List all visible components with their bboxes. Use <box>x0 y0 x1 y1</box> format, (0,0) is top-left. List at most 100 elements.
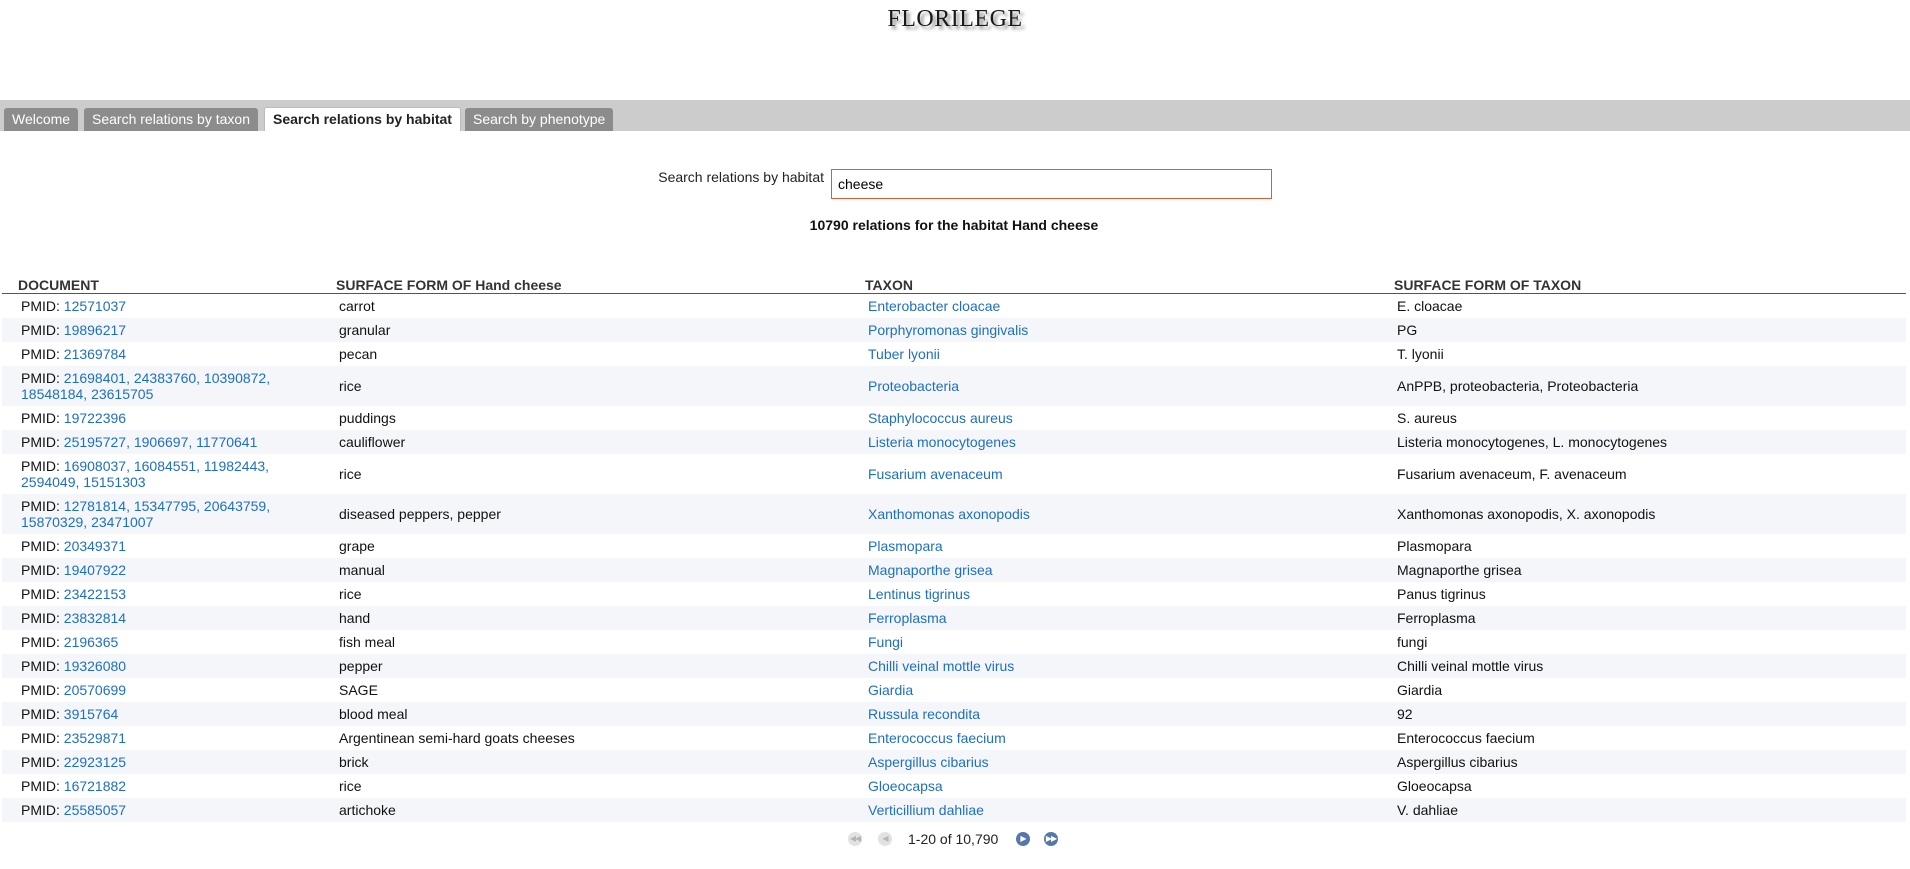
tab-search-by-habitat[interactable]: Search relations by habitat <box>264 107 461 131</box>
habitat-surface-form-cell: diseased peppers, pepper <box>320 494 849 534</box>
taxon-cell: Porphyromonas gingivalis <box>849 318 1378 342</box>
habitat-surface-form-cell: granular <box>320 318 849 342</box>
taxon-cell: Ferroplasma <box>849 606 1378 630</box>
habitat-surface-form-cell: hand <box>320 606 849 630</box>
pmid-link[interactable]: 21369784 <box>64 346 126 362</box>
taxon-link[interactable]: Verticillium dahliae <box>868 802 984 818</box>
next-page-icon[interactable]: ▶ <box>1016 832 1030 846</box>
document-cell: PMID: 19407922 <box>2 558 320 582</box>
pmid-prefix: PMID: <box>21 458 64 474</box>
taxon-cell: Tuber lyonii <box>849 342 1378 366</box>
taxon-link[interactable]: Staphylococcus aureus <box>868 410 1013 426</box>
pmid-link[interactable]: 23832814 <box>64 610 126 626</box>
habitat-search-input[interactable] <box>831 169 1272 199</box>
column-header-taxon-surface-form[interactable]: SURFACE FORM OF TAXON <box>1378 267 1906 294</box>
habitat-surface-form-cell: rice <box>320 366 849 406</box>
column-header-taxon[interactable]: TAXON <box>849 267 1378 294</box>
pmid-link[interactable]: 19896217 <box>64 322 126 338</box>
tab-search-by-taxon[interactable]: Search relations by taxon <box>84 108 258 131</box>
pmid-prefix: PMID: <box>21 802 64 818</box>
table-row: PMID: 21369784 pecan Tuber lyonii T. lyonii <box>2 342 1906 366</box>
site-title: FLORILEGE <box>887 6 1023 32</box>
habitat-surface-form-cell: fish meal <box>339 634 396 650</box>
taxon-link[interactable]: Russula recondita <box>868 706 980 722</box>
pmid-prefix: PMID: <box>21 434 64 450</box>
taxon-link[interactable]: Ferroplasma <box>868 610 947 626</box>
document-cell: PMID: 21698401, 24383760, 10390872, 1854… <box>2 366 320 406</box>
pmid-link[interactable]: 12571037 <box>64 298 126 314</box>
taxon-cell: Magnaporthe grisea <box>849 558 1378 582</box>
pmid-link[interactable]: 16721882 <box>64 778 126 794</box>
pmid-prefix: PMID: <box>21 538 64 554</box>
habitat-surface-form-cell: brick <box>320 750 849 774</box>
previous-page-icon[interactable]: ◀ <box>878 832 892 846</box>
pmid-link[interactable]: 20570699 <box>64 682 126 698</box>
taxon-link[interactable]: Enterococcus faecium <box>868 730 1006 746</box>
pmid-link[interactable]: 3915764 <box>64 706 119 722</box>
taxon-cell: Proteobacteria <box>849 366 1378 406</box>
habitat-surface-form-cell: blood meal <box>320 702 849 726</box>
document-cell: PMID: 19896217 <box>2 318 320 342</box>
pmid-link[interactable]: 19407922 <box>64 562 126 578</box>
pmid-link[interactable]: 25585057 <box>64 802 126 818</box>
habitat-surface-form-cell: rice <box>339 466 362 482</box>
table-row: PMID: 12571037 carrot Enterobacter cloacae… <box>2 294 1906 319</box>
taxon-link[interactable]: Chilli veinal mottle virus <box>868 658 1014 674</box>
taxon-cell: Aspergillus cibarius <box>849 750 1378 774</box>
taxon-link[interactable]: Xanthomonas axonopodis <box>868 506 1030 522</box>
taxon-link[interactable]: Gloeocapsa <box>868 778 943 794</box>
taxon-surface-form-cell: Xanthomonas axonopodis, X. axonopodis <box>1378 494 1906 534</box>
pmid-link[interactable]: 19722396 <box>64 410 126 426</box>
pmid-prefix: PMID: <box>21 778 64 794</box>
habitat-surface-form-cell: pepper <box>320 654 849 678</box>
taxon-cell: Verticillium dahliae <box>849 798 1378 822</box>
taxon-link[interactable]: Fungi <box>868 634 903 650</box>
taxon-link[interactable]: Proteobacteria <box>868 378 959 394</box>
pmid-link[interactable]: 19326080 <box>64 658 126 674</box>
document-cell: PMID: 16908037, 16084551, 11982443, 2594… <box>2 454 320 494</box>
table-row: PMID: 20349371 grape Plasmopara Plasmopara <box>2 534 1906 558</box>
taxon-cell: Enterobacter cloacae <box>849 294 1378 319</box>
taxon-link[interactable]: Plasmopara <box>868 538 943 554</box>
taxon-link[interactable]: Tuber lyonii <box>868 346 940 362</box>
last-page-icon[interactable]: ▶▶ <box>1044 832 1058 846</box>
tab-welcome[interactable]: Welcome <box>4 108 79 131</box>
column-header-document[interactable]: DOCUMENT <box>2 267 320 294</box>
pmid-link[interactable]: 25195727, 1906697, 11770641 <box>64 434 258 450</box>
taxon-link[interactable]: Porphyromonas gingivalis <box>868 322 1028 338</box>
pmid-link[interactable]: 20349371 <box>64 538 126 554</box>
habitat-surface-form-cell: artichoke <box>320 798 849 822</box>
document-cell: PMID: 20570699 <box>2 678 320 702</box>
column-header-habitat-surface-form[interactable]: SURFACE FORM OF Hand cheese <box>320 267 849 294</box>
pmid-link[interactable]: 22923125 <box>64 754 126 770</box>
taxon-link[interactable]: Enterobacter cloacae <box>868 298 1000 314</box>
pmid-link[interactable]: 23422153 <box>64 586 126 602</box>
first-page-icon[interactable]: ◀◀ <box>848 832 862 846</box>
taxon-link[interactable]: Aspergillus cibarius <box>868 754 989 770</box>
table-row: PMID: 25195727, 1906697, 11770641 caulifl… <box>2 430 1906 454</box>
document-cell: PMID: 16721882 <box>2 774 320 798</box>
taxon-cell: Plasmopara <box>849 534 1378 558</box>
tab-search-by-phenotype[interactable]: Search by phenotype <box>465 108 614 131</box>
taxon-link[interactable]: Giardia <box>868 682 913 698</box>
pmid-prefix: PMID: <box>21 346 64 362</box>
pmid-prefix: PMID: <box>21 410 64 426</box>
taxon-cell: Gloeocapsa <box>849 774 1378 798</box>
taxon-surface-form-cell: PG <box>1378 318 1906 342</box>
pmid-prefix: PMID: <box>21 754 64 770</box>
taxon-link[interactable]: Listeria monocytogenes <box>868 434 1016 450</box>
table-row: PMID: 2196365 fish meal Fungi fungi <box>2 630 1906 654</box>
habitat-surface-form-cell: SAGE <box>339 682 378 698</box>
taxon-link[interactable]: Fusarium avenaceum <box>868 466 1003 482</box>
taxon-cell: Russula recondita <box>849 702 1378 726</box>
pmid-link[interactable]: 23529871 <box>64 730 126 746</box>
taxon-link[interactable]: Lentinus tigrinus <box>868 586 970 602</box>
taxon-link[interactable]: Magnaporthe grisea <box>868 562 993 578</box>
table-row: PMID: 19896217 granular Porphyromonas ging… <box>2 318 1906 342</box>
taxon-surface-form-cell: Gloeocapsa <box>1397 778 1472 794</box>
document-cell: PMID: 25585057 <box>2 798 320 822</box>
search-label: Search relations by habitat <box>658 169 824 185</box>
pmid-link[interactable]: 2196365 <box>64 634 119 650</box>
taxon-surface-form-cell: Listeria monocytogenes, L. monocytogenes <box>1378 430 1906 454</box>
taxon-cell: Lentinus tigrinus <box>849 582 1378 606</box>
